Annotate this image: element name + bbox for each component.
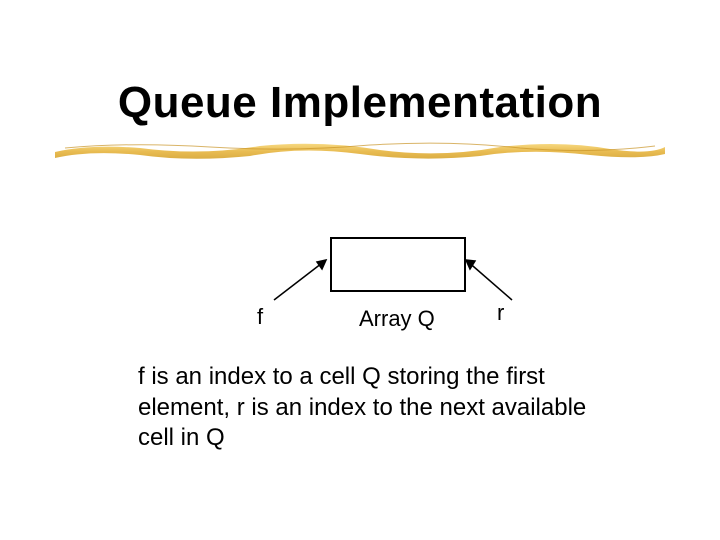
label-array-q: Array Q [359,306,435,332]
arrow-right [460,254,520,304]
slide-title: Queue Implementation [0,78,720,128]
arrow-left [270,254,340,304]
slide: Queue Implementation f Array Q r f is an… [0,0,720,540]
brush-stroke-divider [50,138,670,160]
label-f: f [257,304,263,330]
array-box [330,237,466,292]
body-text: f is an index to a cell Q storing the fi… [138,362,608,454]
label-r: r [497,300,504,326]
